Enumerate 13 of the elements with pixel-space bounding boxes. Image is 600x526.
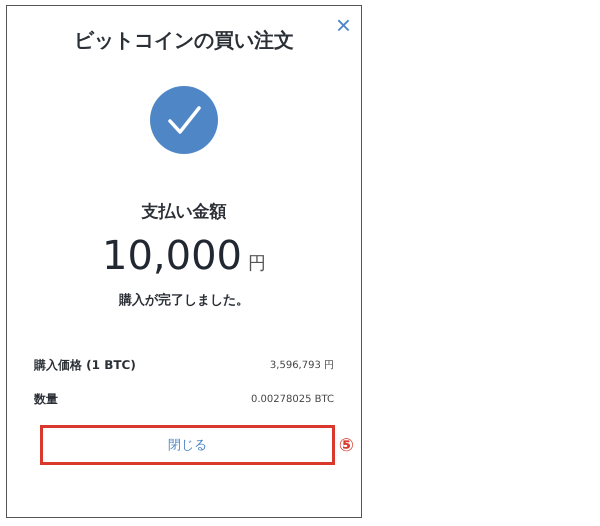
currency-unit: 円 <box>248 252 266 275</box>
dialog-title: ビットコインの買い注文 <box>74 27 294 54</box>
payment-amount: 10,000 <box>102 232 242 280</box>
detail-value: 3,596,793 円 <box>270 359 334 372</box>
close-button[interactable]: 閉じる <box>40 425 335 465</box>
detail-label: 購入価格 (1 BTC) <box>34 356 136 374</box>
step-number: ⑤ <box>338 434 354 456</box>
close-button[interactable]: × <box>334 12 353 38</box>
checkmark-icon <box>150 86 218 154</box>
payment-label: 支払い金額 <box>142 201 226 224</box>
completion-message: 購入が完了しました。 <box>119 292 249 310</box>
detail-label: 数量 <box>34 390 58 408</box>
detail-value: 0.00278025 BTC <box>251 394 334 404</box>
